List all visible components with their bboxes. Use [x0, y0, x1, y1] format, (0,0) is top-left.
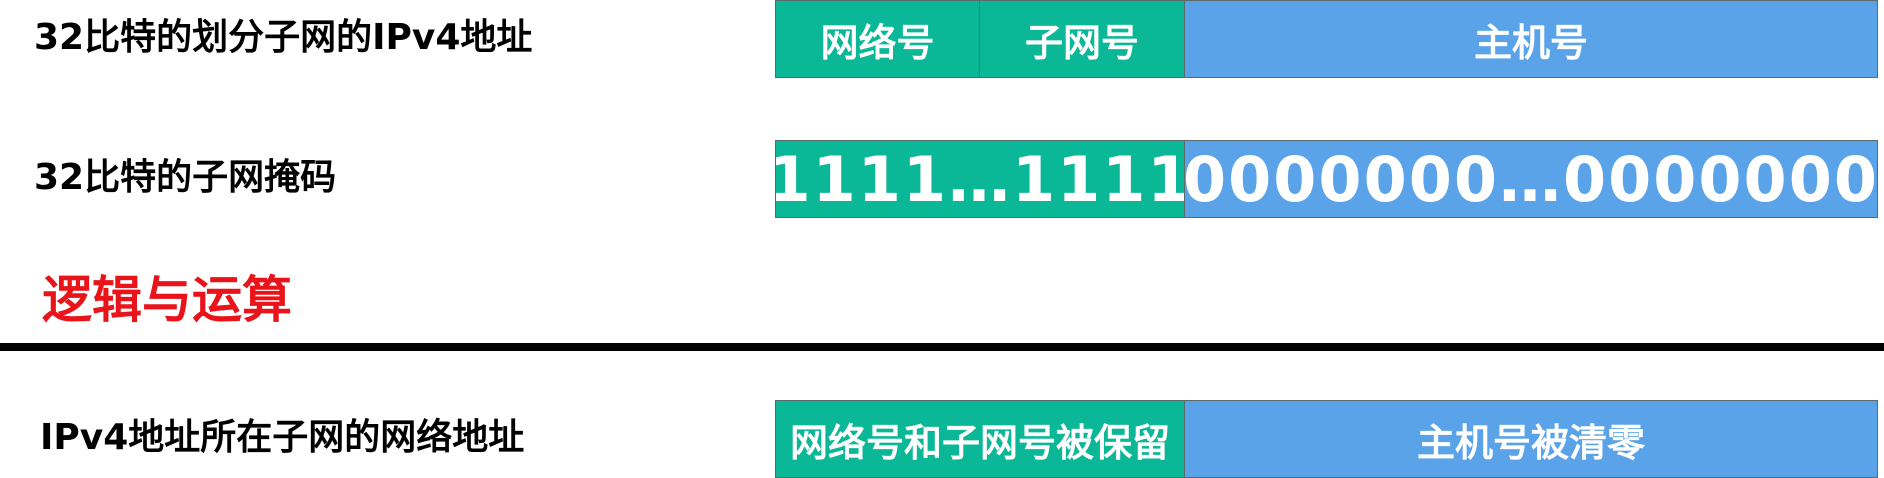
result-bar: 网络号和子网号被保留 主机号被清零 [775, 400, 1878, 478]
mask-label: 32比特的子网掩码 [34, 157, 337, 198]
mask-ones-cell: 1111…1111 [775, 140, 1185, 218]
operation-label: 逻辑与运算 [42, 271, 292, 329]
kept-cell: 网络号和子网号被保留 [775, 400, 1185, 478]
mask-bar: 1111…1111 0000000…0000000 [775, 140, 1878, 218]
host-number-cell: 主机号 [1185, 0, 1878, 78]
subnet-number-cell: 子网号 [980, 0, 1185, 78]
cleared-cell: 主机号被清零 [1185, 400, 1878, 478]
divider-line [0, 343, 1884, 351]
mask-zeros-cell: 0000000…0000000 [1185, 140, 1878, 218]
result-label: IPv4地址所在子网的网络地址 [40, 417, 525, 458]
network-number-cell: 网络号 [775, 0, 980, 78]
address-label: 32比特的划分子网的IPv4地址 [34, 17, 533, 58]
address-bar: 网络号 子网号 主机号 [775, 0, 1878, 78]
